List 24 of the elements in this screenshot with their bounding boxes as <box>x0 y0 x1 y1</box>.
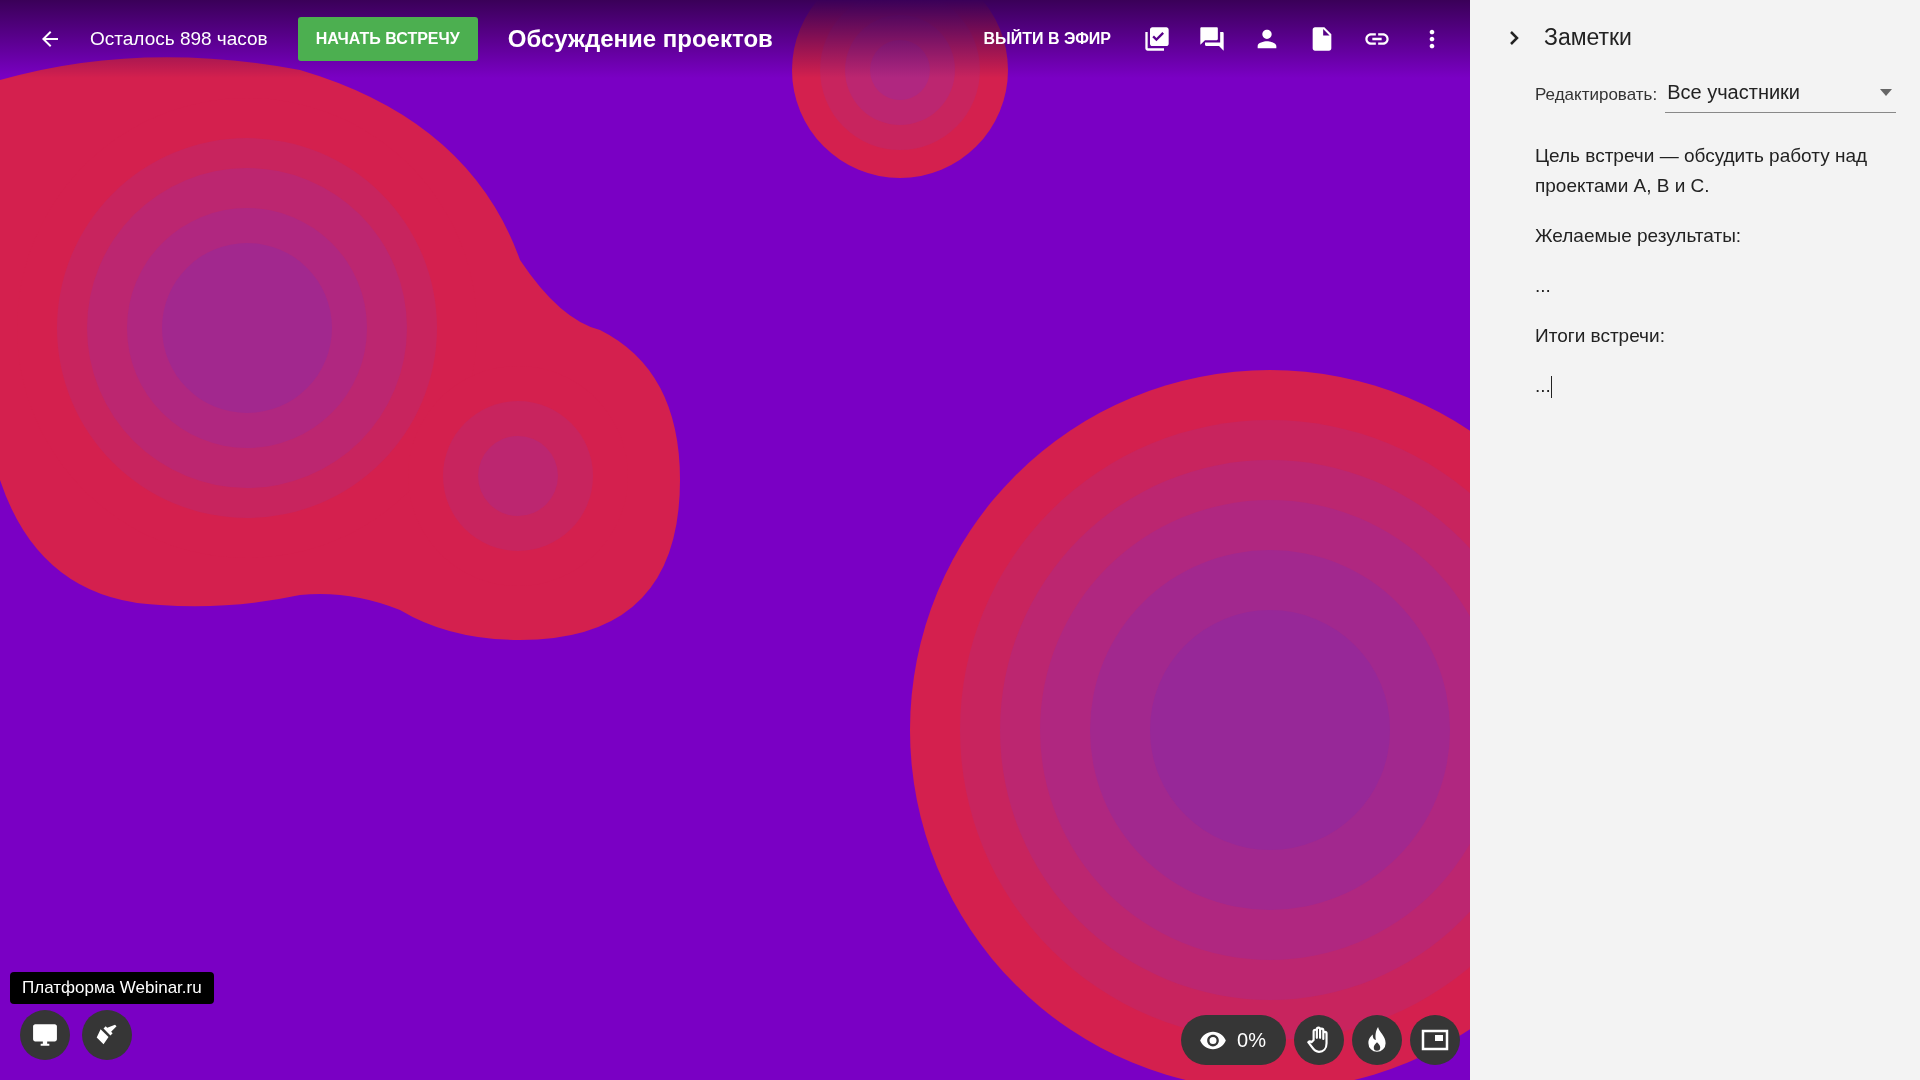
picture-in-picture-icon <box>1421 1028 1449 1052</box>
time-left-text: Осталось 898 часов <box>90 28 268 50</box>
clear-button[interactable] <box>82 1010 132 1060</box>
checklist-icon[interactable] <box>1143 25 1171 53</box>
eye-icon <box>1199 1030 1228 1050</box>
edit-permission-dropdown[interactable]: Все участники <box>1665 81 1896 113</box>
notes-title: Заметки <box>1544 24 1632 51</box>
notes-editor[interactable]: Цель встречи — обсудить работу над проектами А, В и С. Желаемые результаты: ... Итоги встречи: ... <box>1535 141 1896 401</box>
note-paragraph: Желаемые результаты: <box>1535 224 1743 248</box>
note-paragraph: Итоги встречи: <box>1535 324 1666 348</box>
monitor-icon <box>32 1022 58 1048</box>
note-paragraph: Цель встречи — обсудить работу над проектами А, В и С. <box>1535 144 1869 198</box>
meeting-title: Обсуждение проектов <box>507 25 773 53</box>
note-paragraph: ... <box>1535 374 1553 400</box>
go-live-button[interactable]: ВЫЙТИ В ЭФИР <box>983 30 1111 48</box>
text-cursor <box>1550 376 1552 398</box>
chat-icon[interactable] <box>1198 25 1226 53</box>
note-paragraph: ... <box>1535 274 1552 298</box>
dropdown-caret-icon <box>1880 89 1892 96</box>
platform-tooltip: Платформа Webinar.ru <box>10 972 214 1004</box>
screen-share-button[interactable] <box>20 1010 70 1060</box>
flame-icon <box>1366 1026 1388 1054</box>
viewers-percent: 0% <box>1237 1028 1266 1052</box>
edit-label: Редактировать: <box>1535 85 1658 106</box>
